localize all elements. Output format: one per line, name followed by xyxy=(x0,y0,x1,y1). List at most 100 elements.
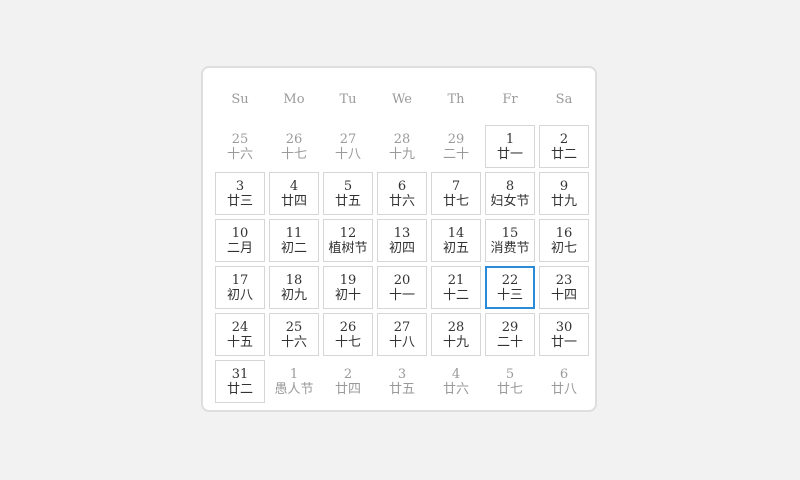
lunar-label: 廿九 xyxy=(550,194,577,209)
day-cell[interactable]: 2 廿二 xyxy=(539,125,589,168)
lunar-label: 廿三 xyxy=(226,194,253,209)
day-cell[interactable]: 24 十五 xyxy=(215,313,265,356)
lunar-label: 廿二 xyxy=(226,382,253,397)
lunar-label: 廿六 xyxy=(442,382,469,397)
day-number: 16 xyxy=(555,226,573,241)
day-cell[interactable]: 11 初二 xyxy=(269,219,319,262)
lunar-label: 愚人节 xyxy=(274,382,314,397)
day-cell[interactable]: 8 妇女节 xyxy=(485,172,535,215)
day-cell[interactable]: 5 廿五 xyxy=(323,172,373,215)
day-cell-other-month[interactable]: 3 廿五 xyxy=(377,360,427,403)
lunar-label: 廿五 xyxy=(388,382,415,397)
lunar-label: 消费节 xyxy=(490,241,530,256)
lunar-label: 廿七 xyxy=(496,382,523,397)
day-cell[interactable]: 28 十九 xyxy=(431,313,481,356)
lunar-label: 十九 xyxy=(442,335,469,350)
day-cell-other-month[interactable]: 29 二十 xyxy=(431,125,481,168)
weekday-monday: Mo xyxy=(283,92,305,107)
lunar-label: 廿二 xyxy=(550,147,577,162)
day-number: 5 xyxy=(343,179,353,194)
day-number: 29 xyxy=(501,320,519,335)
lunar-label: 十六 xyxy=(226,147,253,162)
day-cell[interactable]: 4 廿四 xyxy=(269,172,319,215)
day-cell-other-month[interactable]: 25 十六 xyxy=(215,125,265,168)
day-cell[interactable]: 21 十二 xyxy=(431,266,481,309)
day-number: 14 xyxy=(447,226,465,241)
weekday-saturday: Sa xyxy=(555,92,573,107)
day-cell[interactable]: 29 二十 xyxy=(485,313,535,356)
lunar-label: 初十 xyxy=(334,288,361,303)
day-cell[interactable]: 9 廿九 xyxy=(539,172,589,215)
day-number: 10 xyxy=(231,226,249,241)
day-cell[interactable]: 16 初七 xyxy=(539,219,589,262)
day-number: 13 xyxy=(393,226,411,241)
weekday-tuesday: Tu xyxy=(339,92,357,107)
weekday-header: Su Mo Tu We Th Fr Sa xyxy=(213,90,591,110)
day-cell[interactable]: 6 廿六 xyxy=(377,172,427,215)
day-cell[interactable]: 10 二月 xyxy=(215,219,265,262)
lunar-label: 十八 xyxy=(334,147,361,162)
lunar-label: 廿四 xyxy=(334,382,361,397)
lunar-label: 十七 xyxy=(334,335,361,350)
day-cell-other-month[interactable]: 26 十七 xyxy=(269,125,319,168)
day-cell-other-month[interactable]: 4 廿六 xyxy=(431,360,481,403)
lunar-label: 廿一 xyxy=(496,147,523,162)
day-cell-other-month[interactable]: 5 廿七 xyxy=(485,360,535,403)
day-number: 11 xyxy=(285,226,303,241)
day-cell[interactable]: 18 初九 xyxy=(269,266,319,309)
day-cell[interactable]: 20 十一 xyxy=(377,266,427,309)
day-cell[interactable]: 15 消费节 xyxy=(485,219,535,262)
day-cell[interactable]: 26 十七 xyxy=(323,313,373,356)
day-cell[interactable]: 27 十八 xyxy=(377,313,427,356)
day-number: 15 xyxy=(501,226,519,241)
day-number: 22 xyxy=(501,273,519,288)
day-number: 1 xyxy=(505,132,515,147)
day-number: 7 xyxy=(451,179,461,194)
lunar-label: 十七 xyxy=(280,147,307,162)
day-number: 30 xyxy=(555,320,573,335)
lunar-label: 二十 xyxy=(442,147,469,162)
day-number: 28 xyxy=(447,320,465,335)
day-cell[interactable]: 17 初八 xyxy=(215,266,265,309)
lunar-label: 十四 xyxy=(550,288,577,303)
day-number: 18 xyxy=(285,273,303,288)
calendar-widget: Su Mo Tu We Th Fr Sa 25 十六 26 十七 27 十八 28 十九 29 二… xyxy=(201,66,597,412)
day-number: 4 xyxy=(289,179,299,194)
day-number: 3 xyxy=(397,367,407,382)
weekday-sunday: Su xyxy=(231,92,249,107)
day-cell[interactable]: 19 初十 xyxy=(323,266,373,309)
lunar-label: 廿五 xyxy=(334,194,361,209)
day-number: 26 xyxy=(285,132,303,147)
day-cell-other-month[interactable]: 28 十九 xyxy=(377,125,427,168)
day-cell[interactable]: 13 初四 xyxy=(377,219,427,262)
day-cell[interactable]: 7 廿七 xyxy=(431,172,481,215)
day-number: 17 xyxy=(231,273,249,288)
day-cell[interactable]: 14 初五 xyxy=(431,219,481,262)
day-cell-other-month[interactable]: 6 廿八 xyxy=(539,360,589,403)
day-number: 26 xyxy=(339,320,357,335)
day-cell[interactable]: 12 植树节 xyxy=(323,219,373,262)
day-number: 1 xyxy=(289,367,299,382)
day-cell[interactable]: 30 廿一 xyxy=(539,313,589,356)
lunar-label: 十八 xyxy=(388,335,415,350)
day-cell[interactable]: 25 十六 xyxy=(269,313,319,356)
day-number: 4 xyxy=(451,367,461,382)
day-number: 6 xyxy=(559,367,569,382)
day-number: 19 xyxy=(339,273,357,288)
day-grid: 25 十六 26 十七 27 十八 28 十九 29 二十 1 廿一 2 廿二 3 廿三 4 廿四 5 廿五 6 廿六 7 廿… xyxy=(213,125,591,407)
day-cell[interactable]: 3 廿三 xyxy=(215,172,265,215)
day-cell-today[interactable]: 22 十三 xyxy=(485,266,535,309)
lunar-label: 初七 xyxy=(550,241,577,256)
day-cell-other-month[interactable]: 2 廿四 xyxy=(323,360,373,403)
day-cell[interactable]: 23 十四 xyxy=(539,266,589,309)
day-number: 2 xyxy=(559,132,569,147)
day-cell-other-month[interactable]: 1 愚人节 xyxy=(269,360,319,403)
lunar-label: 二十 xyxy=(496,335,523,350)
day-number: 27 xyxy=(393,320,411,335)
lunar-label: 十九 xyxy=(388,147,415,162)
day-cell[interactable]: 31 廿二 xyxy=(215,360,265,403)
day-cell-other-month[interactable]: 27 十八 xyxy=(323,125,373,168)
day-cell[interactable]: 1 廿一 xyxy=(485,125,535,168)
lunar-label: 廿四 xyxy=(280,194,307,209)
day-number: 28 xyxy=(393,132,411,147)
